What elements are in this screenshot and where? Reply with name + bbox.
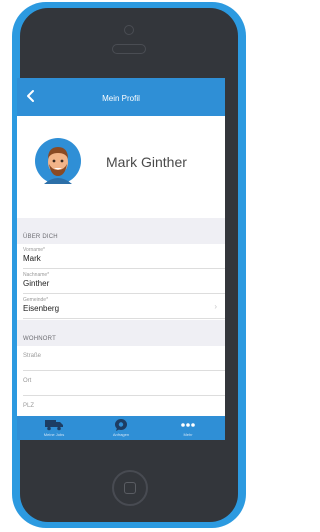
field-label: Vorname*: [23, 247, 45, 253]
camera-icon: [124, 25, 134, 35]
tab-label: Anfragen: [112, 432, 130, 437]
firstname-field[interactable]: Vorname* Mark: [23, 244, 225, 269]
avatar-icon: [35, 138, 81, 184]
field-placeholder: Straße: [23, 353, 42, 359]
home-square-icon: [124, 482, 136, 494]
tab-my-jobs[interactable]: Meine Jobs: [23, 416, 85, 440]
field-placeholder: Ort: [23, 378, 32, 384]
tab-bar: Meine Jobs Anfragen Mehr: [17, 416, 225, 440]
app-screen: Mein Profil Mark Ginther ÜBER DICH Vorna…: [17, 78, 225, 440]
home-button[interactable]: [112, 470, 148, 506]
section-header-about: ÜBER DICH: [17, 218, 225, 244]
field-value: Mark: [23, 254, 41, 263]
more-icon: [181, 423, 195, 427]
chevron-right-icon: ›: [214, 302, 217, 311]
page-title: Mein Profil: [102, 94, 140, 103]
field-placeholder: PLZ: [23, 403, 35, 409]
profile-header: Mark Ginther: [17, 116, 225, 218]
field-label: Gemeinde*: [23, 297, 49, 303]
field-value: Eisenberg: [23, 304, 60, 313]
tab-requests[interactable]: Anfragen: [90, 416, 152, 440]
municipality-field[interactable]: Gemeinde* Eisenberg ›: [23, 294, 225, 319]
speaker-icon: [112, 44, 146, 54]
field-label: Nachname*: [23, 272, 50, 278]
field-value: Ginther: [23, 279, 50, 288]
section-header-residence: WOHNORT: [17, 320, 225, 346]
section-title: ÜBER DICH: [23, 234, 58, 240]
truck-icon: [45, 420, 63, 431]
lastname-field[interactable]: Nachname* Ginther: [23, 269, 225, 294]
section-title: WOHNORT: [23, 336, 56, 342]
chat-icon: [115, 419, 127, 431]
tab-more[interactable]: Mehr: [157, 416, 219, 440]
tab-label: Meine Jobs: [43, 432, 65, 437]
tab-label: Mehr: [183, 432, 193, 437]
street-field[interactable]: Straße: [23, 346, 225, 371]
profile-name: Mark Ginther: [106, 154, 187, 170]
city-field[interactable]: Ort: [23, 371, 225, 396]
navigation-bar: Mein Profil: [17, 78, 225, 116]
avatar[interactable]: [35, 138, 81, 184]
